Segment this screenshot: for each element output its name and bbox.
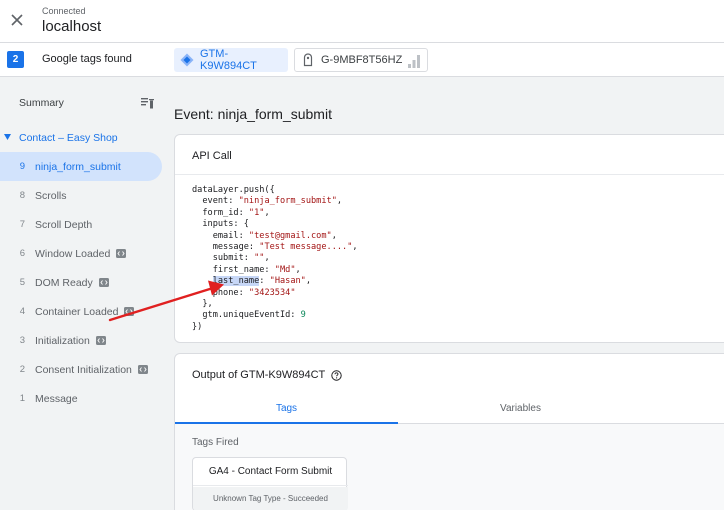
signal-bars-icon bbox=[408, 55, 420, 68]
container-id-ga: G-9MBF8T56HZ bbox=[321, 54, 403, 66]
event-number: 5 bbox=[19, 277, 25, 288]
event-number: 6 bbox=[19, 248, 25, 259]
tag-status: Unknown Tag Type - Succeeded bbox=[193, 487, 348, 510]
event-label: ninja_form_submit bbox=[35, 160, 121, 173]
event-item[interactable]: 4 Container Loaded bbox=[0, 297, 174, 326]
api-call-title: API Call bbox=[192, 150, 232, 162]
container-tab-gtm[interactable]: GTM-K9W894CT bbox=[174, 48, 288, 72]
code-icon bbox=[137, 365, 148, 374]
event-sidebar: Summary Contact – Easy Shop 9 ninja_form… bbox=[0, 77, 174, 510]
event-label: Container Loaded bbox=[35, 305, 119, 318]
close-icon[interactable] bbox=[7, 10, 27, 30]
event-label: Initialization bbox=[35, 334, 90, 347]
summary-label: Summary bbox=[19, 97, 64, 109]
code-icon bbox=[124, 307, 135, 316]
help-icon[interactable] bbox=[331, 369, 342, 381]
container-tab-ga[interactable]: G-9MBF8T56HZ bbox=[294, 48, 428, 72]
output-tabs: Tags Variables bbox=[175, 394, 724, 424]
highlighted-key: last_name bbox=[212, 276, 260, 287]
event-label: Scrolls bbox=[35, 189, 67, 202]
main-panel: Event: ninja_form_submit API Call dataLa… bbox=[174, 77, 724, 510]
code-icon bbox=[98, 278, 109, 287]
container-id-gtm: GTM-K9W894CT bbox=[200, 48, 257, 72]
event-item[interactable]: 5 DOM Ready bbox=[0, 268, 174, 297]
event-item[interactable]: 7 Scroll Depth bbox=[0, 210, 174, 239]
event-item[interactable]: 9 ninja_form_submit bbox=[0, 152, 162, 181]
event-number: 1 bbox=[19, 393, 25, 404]
connection-status: Connected bbox=[42, 6, 86, 16]
event-label: Message bbox=[35, 392, 78, 405]
tab-tags[interactable]: Tags bbox=[175, 394, 398, 424]
clear-messages-icon[interactable] bbox=[140, 96, 155, 111]
output-header: Output of GTM-K9W894CT bbox=[192, 369, 342, 381]
api-call-card: API Call dataLayer.push({ event: "ninja_… bbox=[174, 134, 724, 343]
page-title: Contact – Easy Shop bbox=[19, 132, 118, 144]
connection-host: localhost bbox=[42, 18, 102, 35]
event-label: Window Loaded bbox=[35, 247, 111, 260]
event-title: Event: ninja_form_submit bbox=[174, 106, 332, 122]
tags-fired-label: Tags Fired bbox=[192, 437, 239, 448]
summary-item[interactable]: Summary bbox=[0, 89, 174, 117]
tags-found-label: Google tags found bbox=[42, 53, 132, 65]
tags-count-badge: 2 bbox=[7, 51, 24, 68]
event-number: 4 bbox=[19, 306, 25, 317]
event-item[interactable]: 6 Window Loaded bbox=[0, 239, 174, 268]
event-item[interactable]: 1 Message bbox=[0, 384, 174, 413]
output-card: Output of GTM-K9W894CT Tags Variables Ta… bbox=[174, 353, 724, 510]
code-icon bbox=[95, 336, 106, 345]
top-bar: Connected localhost bbox=[0, 0, 724, 43]
event-label: Consent Initialization bbox=[35, 363, 132, 376]
gtm-diamond-icon bbox=[180, 53, 194, 67]
tag-name: GA4 - Contact Form Submit bbox=[193, 458, 348, 486]
event-number: 2 bbox=[19, 364, 25, 375]
event-number: 9 bbox=[19, 161, 25, 172]
event-list: 9 ninja_form_submit 8 Scrolls 7 Scroll D… bbox=[0, 152, 174, 413]
event-number: 3 bbox=[19, 335, 25, 346]
caret-down-icon bbox=[4, 134, 11, 140]
event-item[interactable]: 8 Scrolls bbox=[0, 181, 174, 210]
event-label: DOM Ready bbox=[35, 276, 93, 289]
output-title: Output of GTM-K9W894CT bbox=[192, 369, 326, 381]
tags-found-bar: 2 Google tags found GTM-K9W894CT G-9MBF8… bbox=[0, 43, 724, 77]
tags-fired-section: Tags Fired GA4 - Contact Form Submit Unk… bbox=[175, 424, 724, 510]
page-group[interactable]: Contact – Easy Shop bbox=[0, 127, 174, 149]
tab-variables[interactable]: Variables bbox=[409, 394, 632, 424]
event-label: Scroll Depth bbox=[35, 218, 93, 231]
tag-card[interactable]: GA4 - Contact Form Submit Unknown Tag Ty… bbox=[192, 457, 348, 510]
datalayer-code: dataLayer.push({ event: "ninja_form_subm… bbox=[192, 185, 358, 332]
event-item[interactable]: 3 Initialization bbox=[0, 326, 174, 355]
tag-icon bbox=[303, 53, 313, 67]
event-number: 8 bbox=[19, 190, 25, 201]
code-icon bbox=[116, 249, 127, 258]
divider bbox=[175, 174, 724, 175]
event-number: 7 bbox=[19, 219, 25, 230]
event-item[interactable]: 2 Consent Initialization bbox=[0, 355, 174, 384]
